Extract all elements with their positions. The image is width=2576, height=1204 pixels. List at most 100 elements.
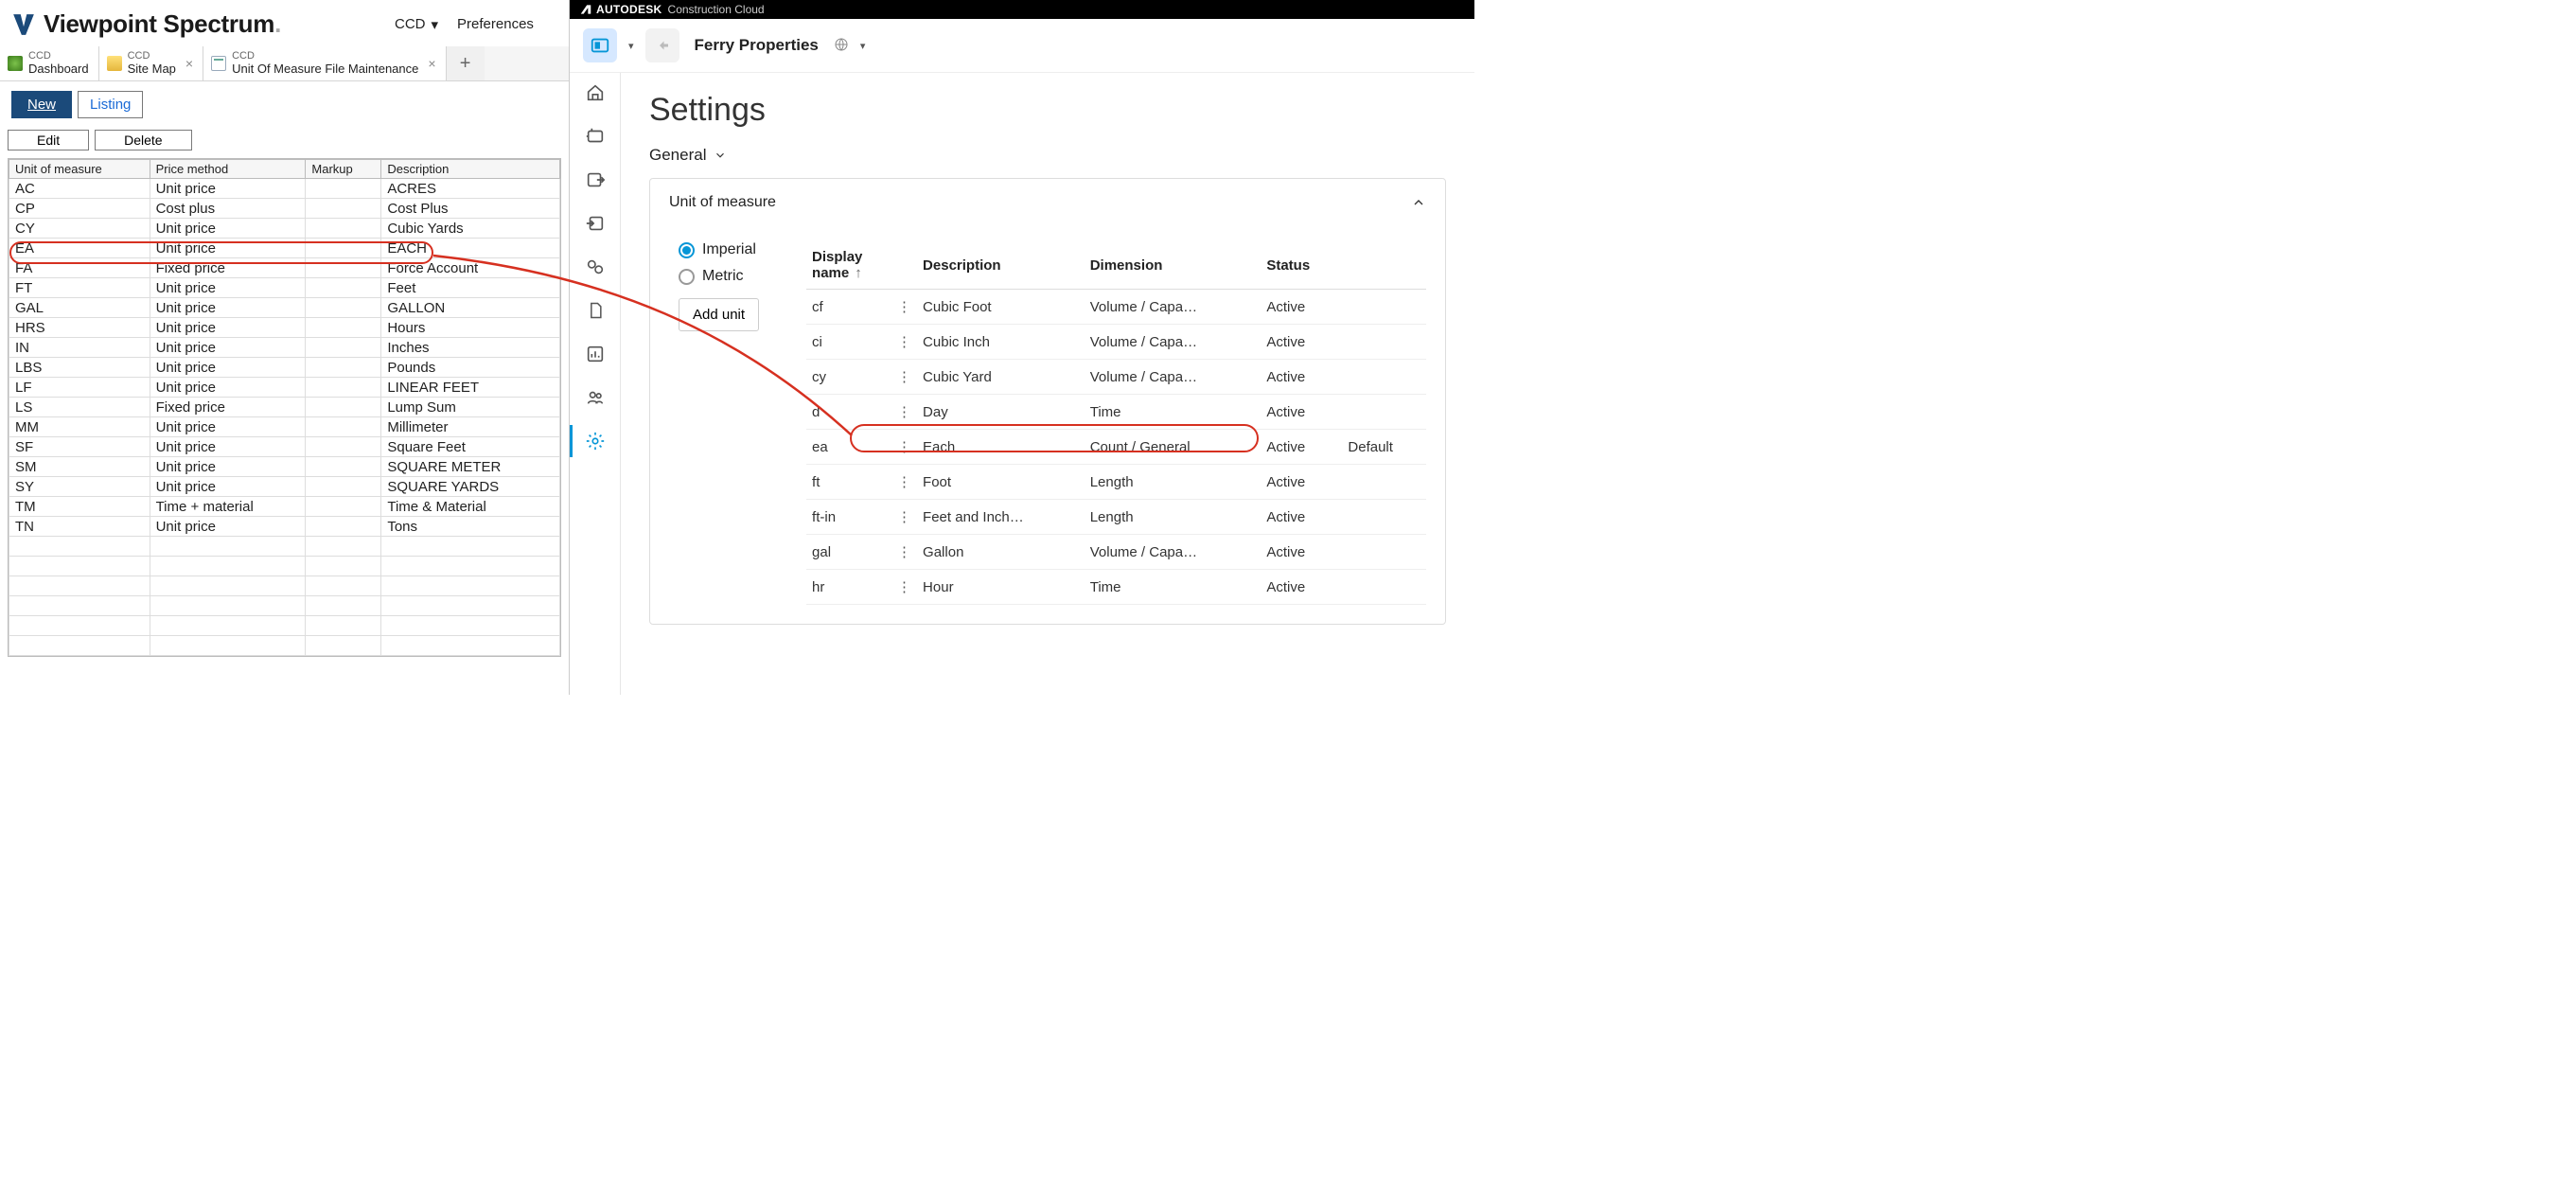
row-menu-icon[interactable]: ⋮ bbox=[891, 395, 917, 430]
radio-metric[interactable]: Metric bbox=[679, 268, 759, 285]
column-header[interactable] bbox=[1342, 241, 1426, 290]
module-icon bbox=[590, 35, 610, 56]
column-header[interactable]: Description bbox=[917, 241, 1085, 290]
table-row[interactable]: SFUnit priceSquare Feet bbox=[9, 437, 560, 457]
table-row[interactable]: TNUnit priceTons bbox=[9, 517, 560, 537]
table-row[interactable]: LFUnit priceLINEAR FEET bbox=[9, 378, 560, 398]
table-row-empty bbox=[9, 557, 560, 576]
tab-icon bbox=[211, 56, 226, 71]
column-header[interactable]: Status bbox=[1261, 241, 1342, 290]
uom-card: Unit of measure ImperialMetric Add unit … bbox=[649, 178, 1446, 625]
section-dropdown[interactable]: General bbox=[649, 146, 1446, 165]
table-row[interactable]: gal⋮GallonVolume / Capa…Active bbox=[806, 535, 1426, 570]
table-row[interactable]: MMUnit priceMillimeter bbox=[9, 417, 560, 437]
row-menu-icon[interactable]: ⋮ bbox=[891, 570, 917, 605]
uom-grid[interactable]: Unit of measurePrice methodMarkupDescrip… bbox=[8, 158, 561, 657]
tabs-bar: CCDDashboardCCDSite Map×CCDUnit Of Measu… bbox=[0, 46, 569, 81]
uom-card-header[interactable]: Unit of measure bbox=[650, 179, 1445, 226]
chevron-up-icon bbox=[1411, 195, 1426, 210]
column-header[interactable] bbox=[891, 241, 917, 290]
row-menu-icon[interactable]: ⋮ bbox=[891, 360, 917, 395]
add-unit-button[interactable]: Add unit bbox=[679, 298, 759, 331]
row-menu-icon[interactable]: ⋮ bbox=[891, 430, 917, 465]
budget-icon[interactable] bbox=[585, 126, 606, 147]
close-icon[interactable]: × bbox=[185, 56, 193, 71]
document-icon[interactable] bbox=[585, 300, 606, 321]
table-row[interactable]: ea⋮EachCount / GeneralActiveDefault bbox=[806, 430, 1426, 465]
new-listing-bar: New Listing bbox=[0, 81, 569, 126]
members-icon[interactable] bbox=[585, 387, 606, 408]
preferences-link[interactable]: Preferences bbox=[457, 16, 534, 32]
close-icon[interactable]: × bbox=[428, 56, 435, 71]
tab[interactable]: CCDSite Map× bbox=[99, 46, 204, 80]
table-row[interactable]: d⋮DayTimeActive bbox=[806, 395, 1426, 430]
table-row[interactable]: CPCost plusCost Plus bbox=[9, 199, 560, 219]
table-row[interactable]: ft⋮FootLengthActive bbox=[806, 465, 1426, 500]
column-header[interactable]: Dimension bbox=[1085, 241, 1262, 290]
delete-button[interactable]: Delete bbox=[95, 130, 191, 150]
module-caret[interactable]: ▾ bbox=[628, 40, 634, 52]
project-caret[interactable]: ▾ bbox=[860, 40, 866, 52]
table-row[interactable]: HRSUnit priceHours bbox=[9, 318, 560, 338]
cost-out-icon[interactable] bbox=[585, 169, 606, 190]
radio-imperial[interactable]: Imperial bbox=[679, 241, 759, 258]
brand1: Viewpoint bbox=[44, 9, 157, 38]
row-menu-icon[interactable]: ⋮ bbox=[891, 325, 917, 360]
page-title: Settings bbox=[649, 92, 1446, 129]
row-menu-icon[interactable]: ⋮ bbox=[891, 535, 917, 570]
column-header[interactable]: Markup bbox=[306, 160, 381, 179]
table-row[interactable]: LBSUnit pricePounds bbox=[9, 358, 560, 378]
radio-icon bbox=[679, 269, 695, 285]
acc-sidebar bbox=[570, 73, 621, 695]
back-arrow-icon bbox=[654, 37, 671, 54]
uom-table[interactable]: Display name↑DescriptionDimensionStatus … bbox=[806, 241, 1426, 605]
autodesk-panel: AUTODESK Construction Cloud ▾ Ferry Prop… bbox=[570, 0, 1474, 695]
table-row[interactable]: CYUnit priceCubic Yards bbox=[9, 219, 560, 239]
cost-in-icon[interactable] bbox=[585, 213, 606, 234]
settings-icon[interactable] bbox=[585, 431, 606, 452]
module-switcher[interactable] bbox=[583, 28, 617, 62]
tab[interactable]: CCDDashboard bbox=[0, 46, 99, 80]
table-row[interactable]: INUnit priceInches bbox=[9, 338, 560, 358]
table-row[interactable]: SMUnit priceSQUARE METER bbox=[9, 457, 560, 477]
table-row-empty bbox=[9, 537, 560, 557]
table-row[interactable]: ci⋮Cubic InchVolume / Capa…Active bbox=[806, 325, 1426, 360]
table-row[interactable]: ft-in⋮Feet and Inch…LengthActive bbox=[806, 500, 1426, 535]
new-button[interactable]: New bbox=[11, 91, 72, 118]
acc-topbar: AUTODESK Construction Cloud bbox=[570, 0, 1474, 19]
tab[interactable]: CCDUnit Of Measure File Maintenance× bbox=[203, 46, 446, 80]
table-row[interactable]: TMTime + materialTime & Material bbox=[9, 497, 560, 517]
home-icon[interactable] bbox=[585, 82, 606, 103]
table-row[interactable]: cf⋮Cubic FootVolume / Capa…Active bbox=[806, 290, 1426, 325]
column-header[interactable]: Description bbox=[381, 160, 560, 179]
table-row[interactable]: GALUnit priceGALLON bbox=[9, 298, 560, 318]
table-row[interactable]: hr⋮HourTimeActive bbox=[806, 570, 1426, 605]
edit-delete-bar: Edit Delete bbox=[0, 126, 569, 154]
row-menu-icon[interactable]: ⋮ bbox=[891, 290, 917, 325]
edit-button[interactable]: Edit bbox=[8, 130, 89, 150]
autodesk-logo-icon bbox=[579, 3, 592, 16]
table-row[interactable]: LSFixed priceLump Sum bbox=[9, 398, 560, 417]
column-header[interactable]: Price method bbox=[150, 160, 306, 179]
forecast-icon[interactable] bbox=[585, 257, 606, 277]
table-row[interactable]: EAUnit priceEACH bbox=[9, 239, 560, 258]
reports-icon[interactable] bbox=[585, 344, 606, 364]
add-tab-button[interactable]: + bbox=[447, 46, 485, 80]
column-header[interactable]: Unit of measure bbox=[9, 160, 150, 179]
table-row[interactable]: FTUnit priceFeet bbox=[9, 278, 560, 298]
column-header[interactable]: Display name↑ bbox=[806, 241, 891, 290]
table-row[interactable]: cy⋮Cubic YardVolume / Capa…Active bbox=[806, 360, 1426, 395]
back-button[interactable] bbox=[645, 28, 679, 62]
chevron-down-icon bbox=[714, 149, 727, 162]
table-row[interactable]: FAFixed priceForce Account bbox=[9, 258, 560, 278]
company-dropdown[interactable]: CCD ▾ bbox=[395, 16, 438, 33]
project-name[interactable]: Ferry Properties bbox=[695, 36, 819, 55]
table-row[interactable]: ACUnit priceACRES bbox=[9, 179, 560, 199]
tab-icon bbox=[107, 56, 122, 71]
row-menu-icon[interactable]: ⋮ bbox=[891, 465, 917, 500]
row-menu-icon[interactable]: ⋮ bbox=[891, 500, 917, 535]
listing-button[interactable]: Listing bbox=[78, 91, 143, 118]
table-row[interactable]: SYUnit priceSQUARE YARDS bbox=[9, 477, 560, 497]
vp-header: Viewpoint Spectrum. CCD ▾ Preferences bbox=[0, 0, 569, 46]
globe-icon bbox=[834, 37, 849, 55]
